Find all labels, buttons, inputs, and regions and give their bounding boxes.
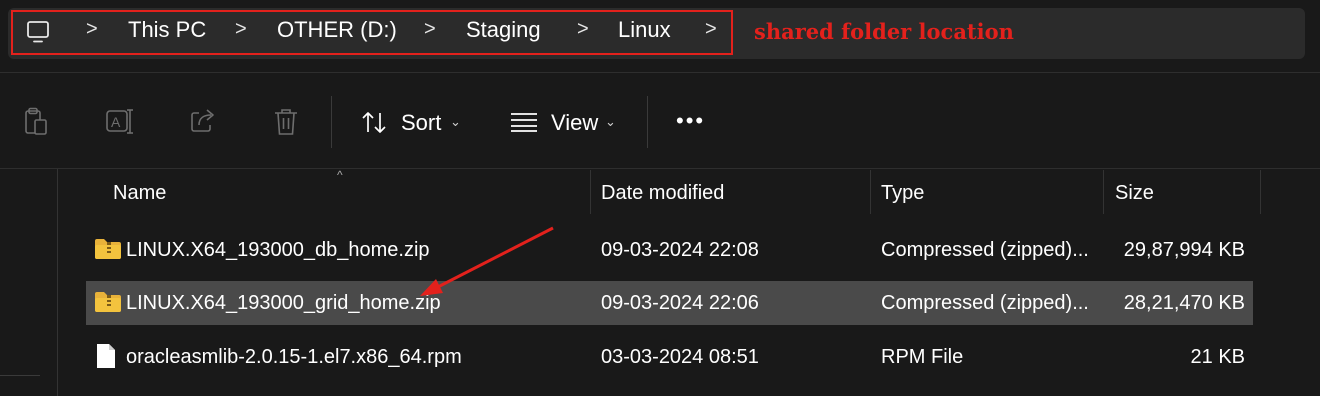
view-button[interactable]: View: [551, 110, 598, 136]
column-separator[interactable]: [1260, 170, 1261, 214]
more-options-button[interactable]: •••: [676, 108, 705, 134]
file-type: RPM File: [881, 346, 964, 368]
file-name: oracleasmlib-2.0.15-1.el7.x86_64.rpm: [126, 346, 462, 368]
sort-chevron-down-icon[interactable]: ⌄: [450, 114, 461, 130]
column-header-size[interactable]: Size: [1115, 182, 1154, 205]
file-row[interactable]: LINUX.X64_193000_db_home.zip 09-03-2024 …: [86, 228, 1253, 272]
zip-folder-icon: [95, 239, 121, 259]
file-type: Compressed (zipped)...: [881, 239, 1089, 261]
file-date-modified: 03-03-2024 08:51: [601, 346, 759, 368]
toolbar-divider: [647, 96, 648, 148]
sort-button[interactable]: Sort: [401, 110, 441, 136]
svg-text:A: A: [111, 114, 121, 130]
file-row[interactable]: oracleasmlib-2.0.15-1.el7.x86_64.rpm 03-…: [86, 335, 1253, 379]
address-bar: > This PC > OTHER (D:) > Staging > Linux…: [0, 0, 1320, 72]
column-separator[interactable]: [590, 170, 591, 214]
column-separator[interactable]: [870, 170, 871, 214]
navigation-pane[interactable]: [0, 169, 58, 396]
column-header-date-modified[interactable]: Date modified: [601, 182, 724, 205]
file-row-selected[interactable]: LINUX.X64_193000_grid_home.zip 09-03-202…: [86, 281, 1253, 325]
file-size: 29,87,994 KB: [1123, 239, 1245, 261]
file-type: Compressed (zipped)...: [881, 292, 1089, 314]
annotation-highlight-box: [11, 10, 733, 55]
column-header-type[interactable]: Type: [881, 182, 924, 205]
sort-arrows-icon[interactable]: [360, 110, 390, 136]
divider: [0, 168, 1320, 169]
view-chevron-down-icon[interactable]: ⌄: [605, 114, 616, 130]
share-icon[interactable]: [189, 107, 217, 135]
zip-folder-icon: [95, 292, 121, 312]
file-name: LINUX.X64_193000_db_home.zip: [126, 239, 430, 261]
toolbar-divider: [331, 96, 332, 148]
column-separator[interactable]: [1103, 170, 1104, 214]
annotation-label: shared folder location: [754, 19, 1014, 44]
rename-icon[interactable]: A: [105, 107, 135, 137]
delete-trash-icon[interactable]: [273, 107, 299, 137]
file-size: 28,21,470 KB: [1123, 292, 1245, 314]
view-lines-icon[interactable]: [510, 112, 538, 132]
paste-icon[interactable]: [24, 107, 50, 137]
navigation-pane-separator: [0, 375, 40, 376]
file-date-modified: 09-03-2024 22:06: [601, 292, 759, 314]
sort-indicator-caret-icon: ^: [337, 168, 343, 182]
file-icon: [97, 344, 115, 368]
file-size: 21 KB: [1190, 346, 1245, 368]
file-name: LINUX.X64_193000_grid_home.zip: [126, 292, 441, 314]
file-date-modified: 09-03-2024 22:08: [601, 239, 759, 261]
column-header-name[interactable]: Name: [113, 182, 166, 205]
